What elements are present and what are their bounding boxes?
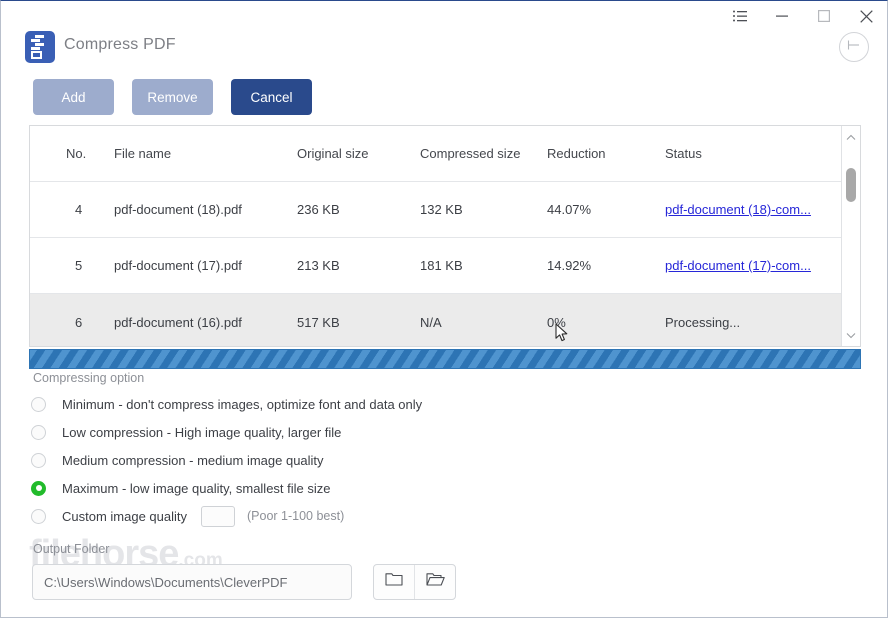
option-low[interactable]: Low compression - High image quality, la… (31, 418, 551, 446)
cell-file-name: pdf-document (18).pdf (114, 202, 242, 217)
column-header-file-name: File name (114, 146, 172, 161)
column-header-reduction: Reduction (547, 146, 606, 161)
open-folder-button[interactable] (414, 565, 455, 599)
cell-status: Processing... (665, 314, 741, 330)
close-icon (859, 9, 873, 23)
result-file-link[interactable]: pdf-document (18)-com... (665, 202, 811, 217)
cell-file-name: pdf-document (16).pdf (114, 314, 242, 330)
zip-teeth (31, 35, 44, 59)
cell-compressed-size: 132 KB (420, 202, 463, 217)
cancel-button[interactable]: Cancel (231, 79, 312, 115)
column-header-status: Status (665, 146, 702, 161)
title-bar (1, 1, 887, 31)
option-medium[interactable]: Medium compression - medium image qualit… (31, 446, 551, 474)
scroll-down-button[interactable] (842, 326, 860, 344)
cell-reduction: 0% (547, 314, 566, 330)
back-button[interactable] (839, 32, 869, 62)
menu-icon-glyph (733, 10, 747, 22)
cell-reduction: 44.07% (547, 202, 592, 217)
chevron-up-icon (846, 128, 856, 146)
radio-icon-medium[interactable] (31, 452, 46, 468)
table-row[interactable]: 4 pdf-document (18).pdf 236 KB 132 KB 44… (30, 182, 842, 238)
cell-file-name: pdf-document (17).pdf (114, 258, 242, 273)
cell-compressed-size: N/A (420, 314, 442, 330)
option-custom[interactable]: Custom image quality (Poor 1-100 best) (31, 502, 551, 530)
output-folder-input[interactable] (32, 564, 352, 600)
remove-button[interactable]: Remove (132, 79, 213, 115)
table-row[interactable]: 6 pdf-document (16).pdf 517 KB N/A 0% Pr… (30, 294, 842, 346)
compressing-option-label: Compressing option (33, 371, 145, 385)
cell-no: 6 (75, 314, 83, 330)
result-file-link[interactable]: pdf-document (17)-com... (665, 258, 811, 273)
radio-icon-maximum-selected[interactable] (31, 480, 46, 496)
scroll-up-button[interactable] (842, 128, 860, 146)
option-label-minimum: Minimum - don't compress images, optimiz… (62, 396, 423, 412)
compression-progress-bar (29, 349, 861, 369)
minimize-button[interactable] (761, 1, 803, 31)
cell-reduction: 14.92% (547, 258, 592, 273)
cell-original-size: 236 KB (297, 202, 340, 217)
cell-status: pdf-document (18)-com... (665, 202, 842, 217)
compress-pdf-window: Compress PDF Add Remove Cancel No. File … (0, 0, 888, 618)
radio-icon-custom[interactable] (31, 508, 46, 524)
cell-original-size: 213 KB (297, 258, 340, 273)
file-table: No. File name Original size Compressed s… (29, 125, 861, 347)
option-label-low: Low compression - High image quality, la… (62, 424, 342, 440)
compressing-option-group: Minimum - don't compress images, optimiz… (31, 390, 551, 530)
cell-no: 5 (75, 258, 83, 273)
folder-closed-icon (385, 572, 403, 592)
file-table-body: No. File name Original size Compressed s… (30, 126, 842, 346)
cell-status: pdf-document (17)-com... (665, 258, 842, 273)
app-header: Compress PDF (1, 31, 887, 67)
option-label-custom: Custom image quality (62, 508, 187, 524)
browse-folder-button[interactable] (374, 565, 414, 599)
maximize-button[interactable] (803, 1, 845, 31)
column-header-no: No. (66, 146, 87, 161)
column-header-original: Original size (297, 146, 369, 161)
table-header-row: No. File name Original size Compressed s… (30, 126, 842, 182)
table-scrollbar[interactable] (841, 126, 860, 346)
option-label-medium: Medium compression - medium image qualit… (62, 452, 324, 468)
cell-no: 4 (75, 202, 83, 217)
cell-original-size: 517 KB (297, 314, 340, 330)
table-row[interactable]: 5 pdf-document (17).pdf 213 KB 181 KB 14… (30, 238, 842, 294)
back-arrow-icon (847, 38, 862, 56)
radio-icon-low[interactable] (31, 424, 46, 440)
folder-button-group (373, 564, 456, 600)
menu-icon[interactable] (719, 1, 761, 31)
action-button-row: Add Remove Cancel (33, 79, 312, 115)
add-button[interactable]: Add (33, 79, 114, 115)
folder-open-icon (425, 572, 445, 592)
custom-quality-hint: (Poor 1-100 best) (247, 509, 345, 523)
scrollbar-thumb[interactable] (846, 168, 856, 202)
column-header-compressed: Compressed size (420, 146, 521, 161)
output-folder-label: Output Folder (33, 542, 110, 556)
page-title: Compress PDF (64, 36, 176, 53)
option-maximum[interactable]: Maximum - low image quality, smallest fi… (31, 474, 551, 502)
minimize-icon (776, 10, 788, 22)
option-label-maximum: Maximum - low image quality, smallest fi… (62, 480, 331, 496)
custom-quality-input[interactable] (201, 505, 235, 527)
option-minimum[interactable]: Minimum - don't compress images, optimiz… (31, 390, 551, 418)
cell-compressed-size: 181 KB (420, 258, 463, 273)
radio-icon-minimum[interactable] (31, 396, 46, 412)
close-button[interactable] (845, 1, 887, 31)
zip-file-icon (25, 31, 55, 63)
maximize-icon (818, 10, 831, 23)
chevron-down-icon (846, 326, 856, 344)
